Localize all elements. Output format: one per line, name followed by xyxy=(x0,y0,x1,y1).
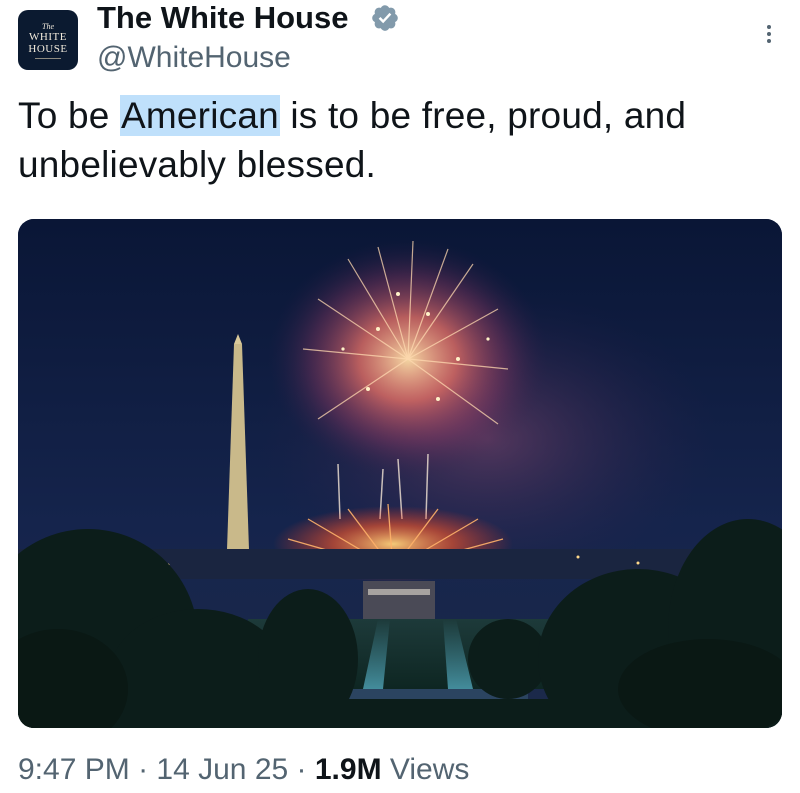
avatar-divider xyxy=(35,57,61,59)
avatar-line-2: WHITE xyxy=(29,30,67,43)
verified-badge-icon xyxy=(372,5,398,31)
avatar[interactable]: The WHITE HOUSE xyxy=(18,10,78,70)
post-time[interactable]: 9:47 PM xyxy=(18,753,130,786)
meta-separator: · xyxy=(129,753,157,786)
views-count[interactable]: 1.9M xyxy=(315,753,382,786)
meta-separator: · xyxy=(288,753,315,786)
avatar-line-1: The xyxy=(42,21,54,31)
display-name[interactable]: The White House xyxy=(97,0,348,36)
highlighted-word: American xyxy=(120,95,280,136)
more-options-icon[interactable] xyxy=(758,20,780,50)
user-handle[interactable]: @WhiteHouse xyxy=(97,40,291,76)
post-text-start: To be xyxy=(18,95,120,136)
avatar-line-3: HOUSE xyxy=(28,42,68,55)
post-photo[interactable] xyxy=(18,219,782,728)
post-metadata: 9:47 PM · 14 Jun 25 · 1.9M Views xyxy=(18,752,469,788)
fireworks-photo-icon xyxy=(18,219,782,728)
post-text: To be American is to be free, proud, and… xyxy=(18,91,788,189)
post-date[interactable]: 14 Jun 25 xyxy=(156,753,288,786)
views-label[interactable]: Views xyxy=(382,753,470,786)
